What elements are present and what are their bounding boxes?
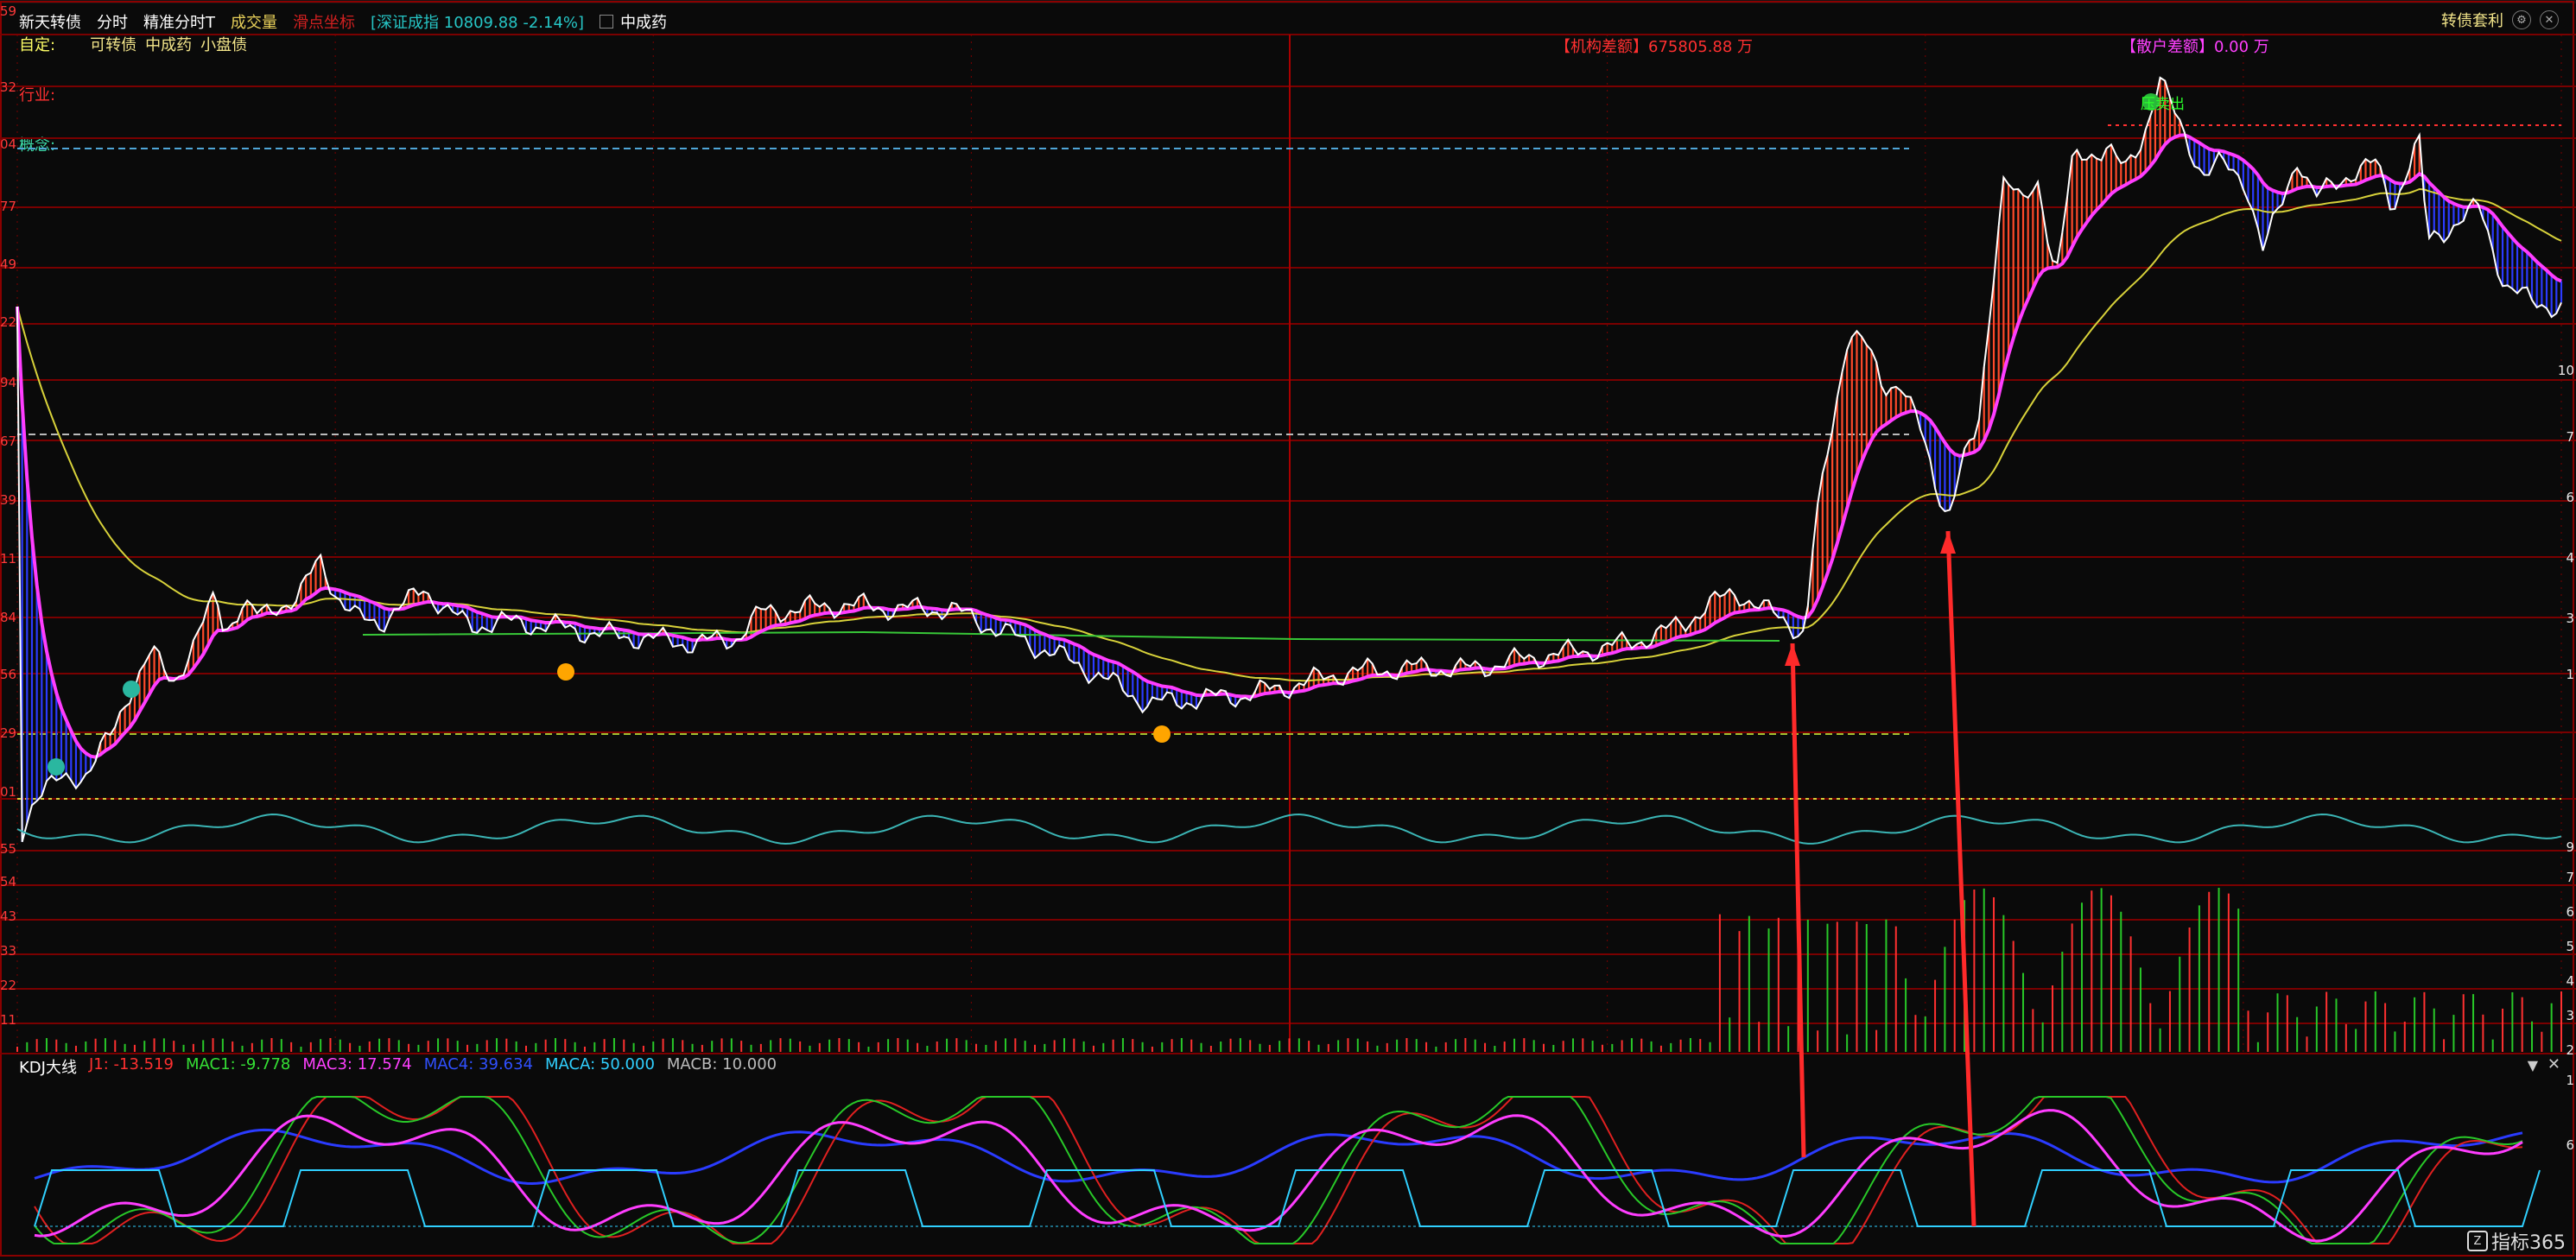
left-axis-tick: 59 — [0, 3, 17, 19]
kdj-header: KDJ大线 J1: -13.519 MAC1: -9.778 MAC3: 17.… — [19, 1055, 777, 1078]
kdj-param: MAC4: 39.634 — [423, 1055, 534, 1073]
kdj-param: MAC1: -9.778 — [186, 1055, 291, 1073]
left-axis-tick: 22 — [0, 314, 17, 330]
left-axis-tick: 22 — [0, 978, 17, 993]
annotation-arrowhead — [1785, 643, 1800, 666]
flat-green-line — [362, 630, 1780, 642]
right-axis-tick: 3 — [2566, 1008, 2574, 1023]
kdj-dropdown-icon[interactable]: ▼ — [2528, 1057, 2538, 1073]
right-axis-tick: 6 — [2566, 904, 2574, 920]
kdj-param: MAC3: 17.574 — [302, 1055, 412, 1073]
right-axis-tick: 4 — [2566, 973, 2574, 989]
kdj-param: MACB: 10.000 — [666, 1055, 777, 1073]
right-axis-tick: 3 — [2566, 611, 2574, 626]
left-axis-tick: 84 — [0, 610, 17, 625]
left-axis-tick: 01 — [0, 784, 17, 800]
brand-logo: Z 指标365 — [2467, 1227, 2566, 1255]
right-axis-tick: 4 — [2566, 550, 2574, 566]
right-axis-tick: 9 — [2566, 839, 2574, 855]
logo-icon: Z — [2467, 1231, 2488, 1251]
left-axis-tick: 94 — [0, 375, 17, 390]
left-axis-tick: 04 — [0, 136, 17, 152]
annotation-arrow — [1790, 643, 1806, 1158]
signal-marker-icon — [1153, 725, 1171, 743]
left-axis-tick: 29 — [0, 725, 17, 741]
kdj-param: MACA: 50.000 — [545, 1055, 655, 1073]
left-axis-tick: 56 — [0, 667, 17, 682]
kdj-title[interactable]: KDJ大线 — [19, 1055, 77, 1078]
right-axis-tick: 7 — [2566, 870, 2574, 885]
left-axis-tick: 39 — [0, 492, 17, 508]
kdj-param: J1: -13.519 — [88, 1055, 174, 1073]
right-axis-tick: 5 — [2566, 939, 2574, 954]
left-axis-tick: 43 — [0, 909, 17, 924]
left-axis-tick: 32 — [0, 79, 17, 95]
kdj-mac3-line — [34, 1109, 2523, 1243]
kdj-close-icon[interactable]: ✕ — [2547, 1055, 2560, 1073]
right-axis-tick: 7 — [2566, 429, 2574, 445]
sell-marker-text: 压卖出 — [2141, 96, 2185, 113]
right-axis-tick: 1 — [2566, 667, 2574, 682]
buy-marker-icon — [48, 758, 65, 776]
left-axis-tick: 67 — [0, 434, 17, 449]
sell-marker: 压卖出 — [2141, 92, 2185, 113]
left-axis-tick: 55 — [0, 841, 17, 857]
kdj-maca-line — [34, 1169, 2541, 1227]
right-axis-tick: 6 — [2566, 490, 2574, 505]
right-axis-tick: 2 — [2566, 1042, 2574, 1058]
right-axis-tick: 1 — [2566, 1073, 2574, 1088]
right-axis-tick: 6 — [2566, 1137, 2574, 1153]
annotation-arrowhead — [1940, 531, 1956, 554]
left-axis-tick: 49 — [0, 256, 17, 272]
left-axis-tick: 11 — [0, 551, 17, 567]
annotation-arrow — [1945, 530, 1976, 1227]
right-axis-tick: 10 — [2557, 363, 2574, 378]
left-axis-tick: 11 — [0, 1012, 17, 1028]
logo-text: 指标365 — [2491, 1232, 2566, 1254]
buy-marker-icon — [123, 681, 140, 698]
left-axis-tick: 33 — [0, 943, 17, 959]
left-axis-tick: 77 — [0, 199, 17, 214]
signal-marker-icon — [557, 663, 574, 681]
left-axis-tick: 54 — [0, 874, 17, 890]
